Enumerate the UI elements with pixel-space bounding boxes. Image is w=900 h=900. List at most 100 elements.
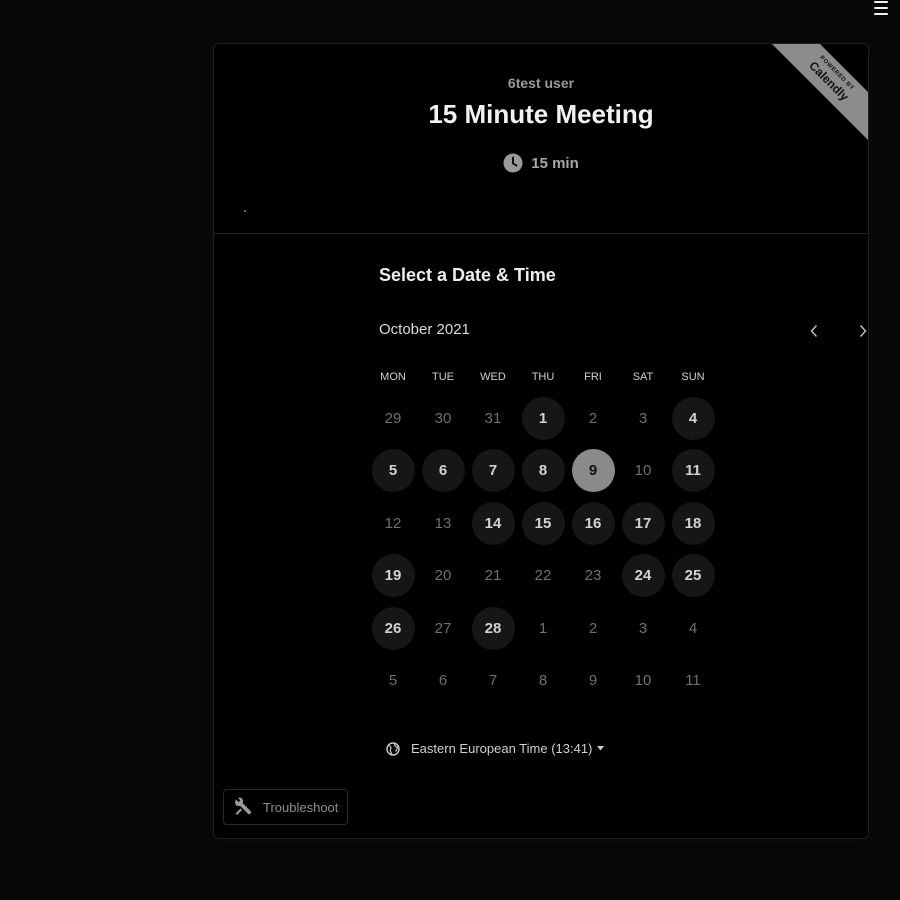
day-number: 5	[388, 672, 398, 690]
day-number: 8	[538, 672, 548, 690]
day-number: 14	[471, 501, 515, 545]
calendar-day-unavailable: 4	[668, 602, 718, 655]
weekday-label: SUN	[681, 371, 705, 383]
weekday-label: FRI	[584, 371, 602, 383]
day-number: 6	[421, 449, 465, 493]
timezone-selector[interactable]: Eastern European Time (13:41)	[386, 741, 605, 756]
badge-ribbon: POWERED BY Calendly	[765, 44, 868, 145]
day-number: 6	[438, 672, 448, 690]
day-number: 9	[571, 449, 615, 493]
calendar-day-available[interactable]: 8	[518, 445, 568, 498]
calendar-day-unavailable: 11	[668, 655, 718, 708]
calendar-day-unavailable: 5	[368, 655, 418, 708]
calendar-day-available[interactable]: 16	[568, 497, 618, 550]
day-number: 31	[484, 409, 502, 427]
month-label: October 2021	[379, 321, 470, 338]
day-number: 23	[584, 567, 602, 585]
calendar-day-available[interactable]: 17	[618, 497, 668, 550]
calendar-day-unavailable: 6	[418, 655, 468, 708]
day-number: 15	[521, 501, 565, 545]
event-duration: 15 min	[214, 153, 868, 173]
day-number: 4	[688, 619, 698, 637]
calendar-day-available[interactable]: 7	[468, 445, 518, 498]
calendar-day-unavailable: 23	[568, 550, 618, 603]
calendar-day-unavailable: 20	[418, 550, 468, 603]
calendar-day-unavailable: 3	[618, 602, 668, 655]
weekday-label: MON	[380, 371, 406, 383]
booking-card: 6test user 15 Minute Meeting 15 min POWE…	[213, 43, 869, 839]
calendar-day-unavailable: 22	[518, 550, 568, 603]
calendar-day-unavailable: 30	[418, 392, 468, 445]
calendar-day-available[interactable]: 25	[668, 550, 718, 603]
calendar-day-available[interactable]: 24	[618, 550, 668, 603]
calendar-day-available[interactable]: 5	[368, 445, 418, 498]
calendar-day-available[interactable]: 28	[468, 602, 518, 655]
calendar-day-available[interactable]: 26	[368, 602, 418, 655]
calendar-day-unavailable: 3	[618, 392, 668, 445]
calendar-day-unavailable: 9	[568, 655, 618, 708]
calendar-day-available[interactable]: 19	[368, 550, 418, 603]
calendar-day-unavailable: 8	[518, 655, 568, 708]
month-navigation: October 2021	[379, 320, 867, 342]
hamburger-line	[874, 7, 888, 9]
wrench-icon	[235, 797, 252, 815]
day-number: 26	[371, 606, 415, 650]
calendar-day-unavailable: 2	[568, 392, 618, 445]
weekday-label: TUE	[432, 371, 454, 383]
duration-label: 15 min	[531, 154, 579, 172]
chevron-right-icon	[859, 324, 867, 338]
day-number: 18	[671, 501, 715, 545]
chevron-left-icon	[810, 324, 818, 338]
day-number: 7	[471, 449, 515, 493]
calendar-day-unavailable: 27	[418, 602, 468, 655]
day-number: 12	[384, 514, 402, 532]
calendar-day-available[interactable]: 11	[668, 445, 718, 498]
day-number: 20	[434, 567, 452, 585]
day-number: 10	[634, 462, 652, 480]
day-number: 11	[685, 672, 701, 690]
troubleshoot-label: Troubleshoot	[263, 799, 339, 815]
day-number: 3	[638, 619, 648, 637]
day-number: 10	[634, 672, 652, 690]
weekday-label: SAT	[632, 371, 654, 383]
troubleshoot-button[interactable]: Troubleshoot	[223, 789, 348, 825]
calendar-day-available[interactable]: 18	[668, 497, 718, 550]
hamburger-line	[874, 13, 888, 15]
calendar-day-unavailable: 10	[618, 655, 668, 708]
day-number: 22	[534, 567, 552, 585]
calendar-day-available[interactable]: 1	[518, 392, 568, 445]
description-dot	[244, 210, 246, 212]
timezone-label: Eastern European Time (13:41)	[411, 741, 593, 756]
day-number: 1	[538, 619, 548, 637]
powered-by-badge[interactable]: POWERED BY Calendly	[764, 44, 868, 148]
day-number: 13	[434, 514, 452, 532]
day-number: 4	[671, 396, 715, 440]
calendar-day-available[interactable]: 15	[518, 497, 568, 550]
next-month-button[interactable]	[852, 320, 868, 342]
day-number: 5	[371, 449, 415, 493]
calendar-day-unavailable: 12	[368, 497, 418, 550]
calendar-grid: 29 30 31 1 2 3 4 5 6 7 8 9 10 11 12 13 14 15 16 17 18 19 20 21 2…	[368, 392, 718, 707]
weekday-label: WED	[480, 371, 506, 383]
day-number: 1	[521, 396, 565, 440]
calendar-day-available[interactable]: 14	[468, 497, 518, 550]
calendar-day-unavailable: 10	[618, 445, 668, 498]
day-number: 21	[484, 567, 502, 585]
section-title: Select a Date & Time	[379, 265, 556, 285]
calendar-day-available[interactable]: 6	[418, 445, 468, 498]
calendar-day-selected[interactable]: 9	[568, 445, 618, 498]
day-number: 17	[621, 501, 665, 545]
previous-month-button[interactable]	[803, 320, 825, 342]
day-number: 16	[571, 501, 615, 545]
day-number: 2	[588, 619, 598, 637]
calendar-day-unavailable: 13	[418, 497, 468, 550]
calendar-day-unavailable: 31	[468, 392, 518, 445]
day-number: 29	[384, 409, 402, 427]
calendar-day-available[interactable]: 4	[668, 392, 718, 445]
day-number: 19	[371, 554, 415, 598]
hamburger-menu-icon[interactable]	[874, 0, 888, 15]
weekday-header: MON TUE WED THU FRI SAT SUN	[368, 371, 718, 383]
day-number: 8	[521, 449, 565, 493]
day-number: 27	[434, 619, 452, 637]
calendar-day-unavailable: 2	[568, 602, 618, 655]
